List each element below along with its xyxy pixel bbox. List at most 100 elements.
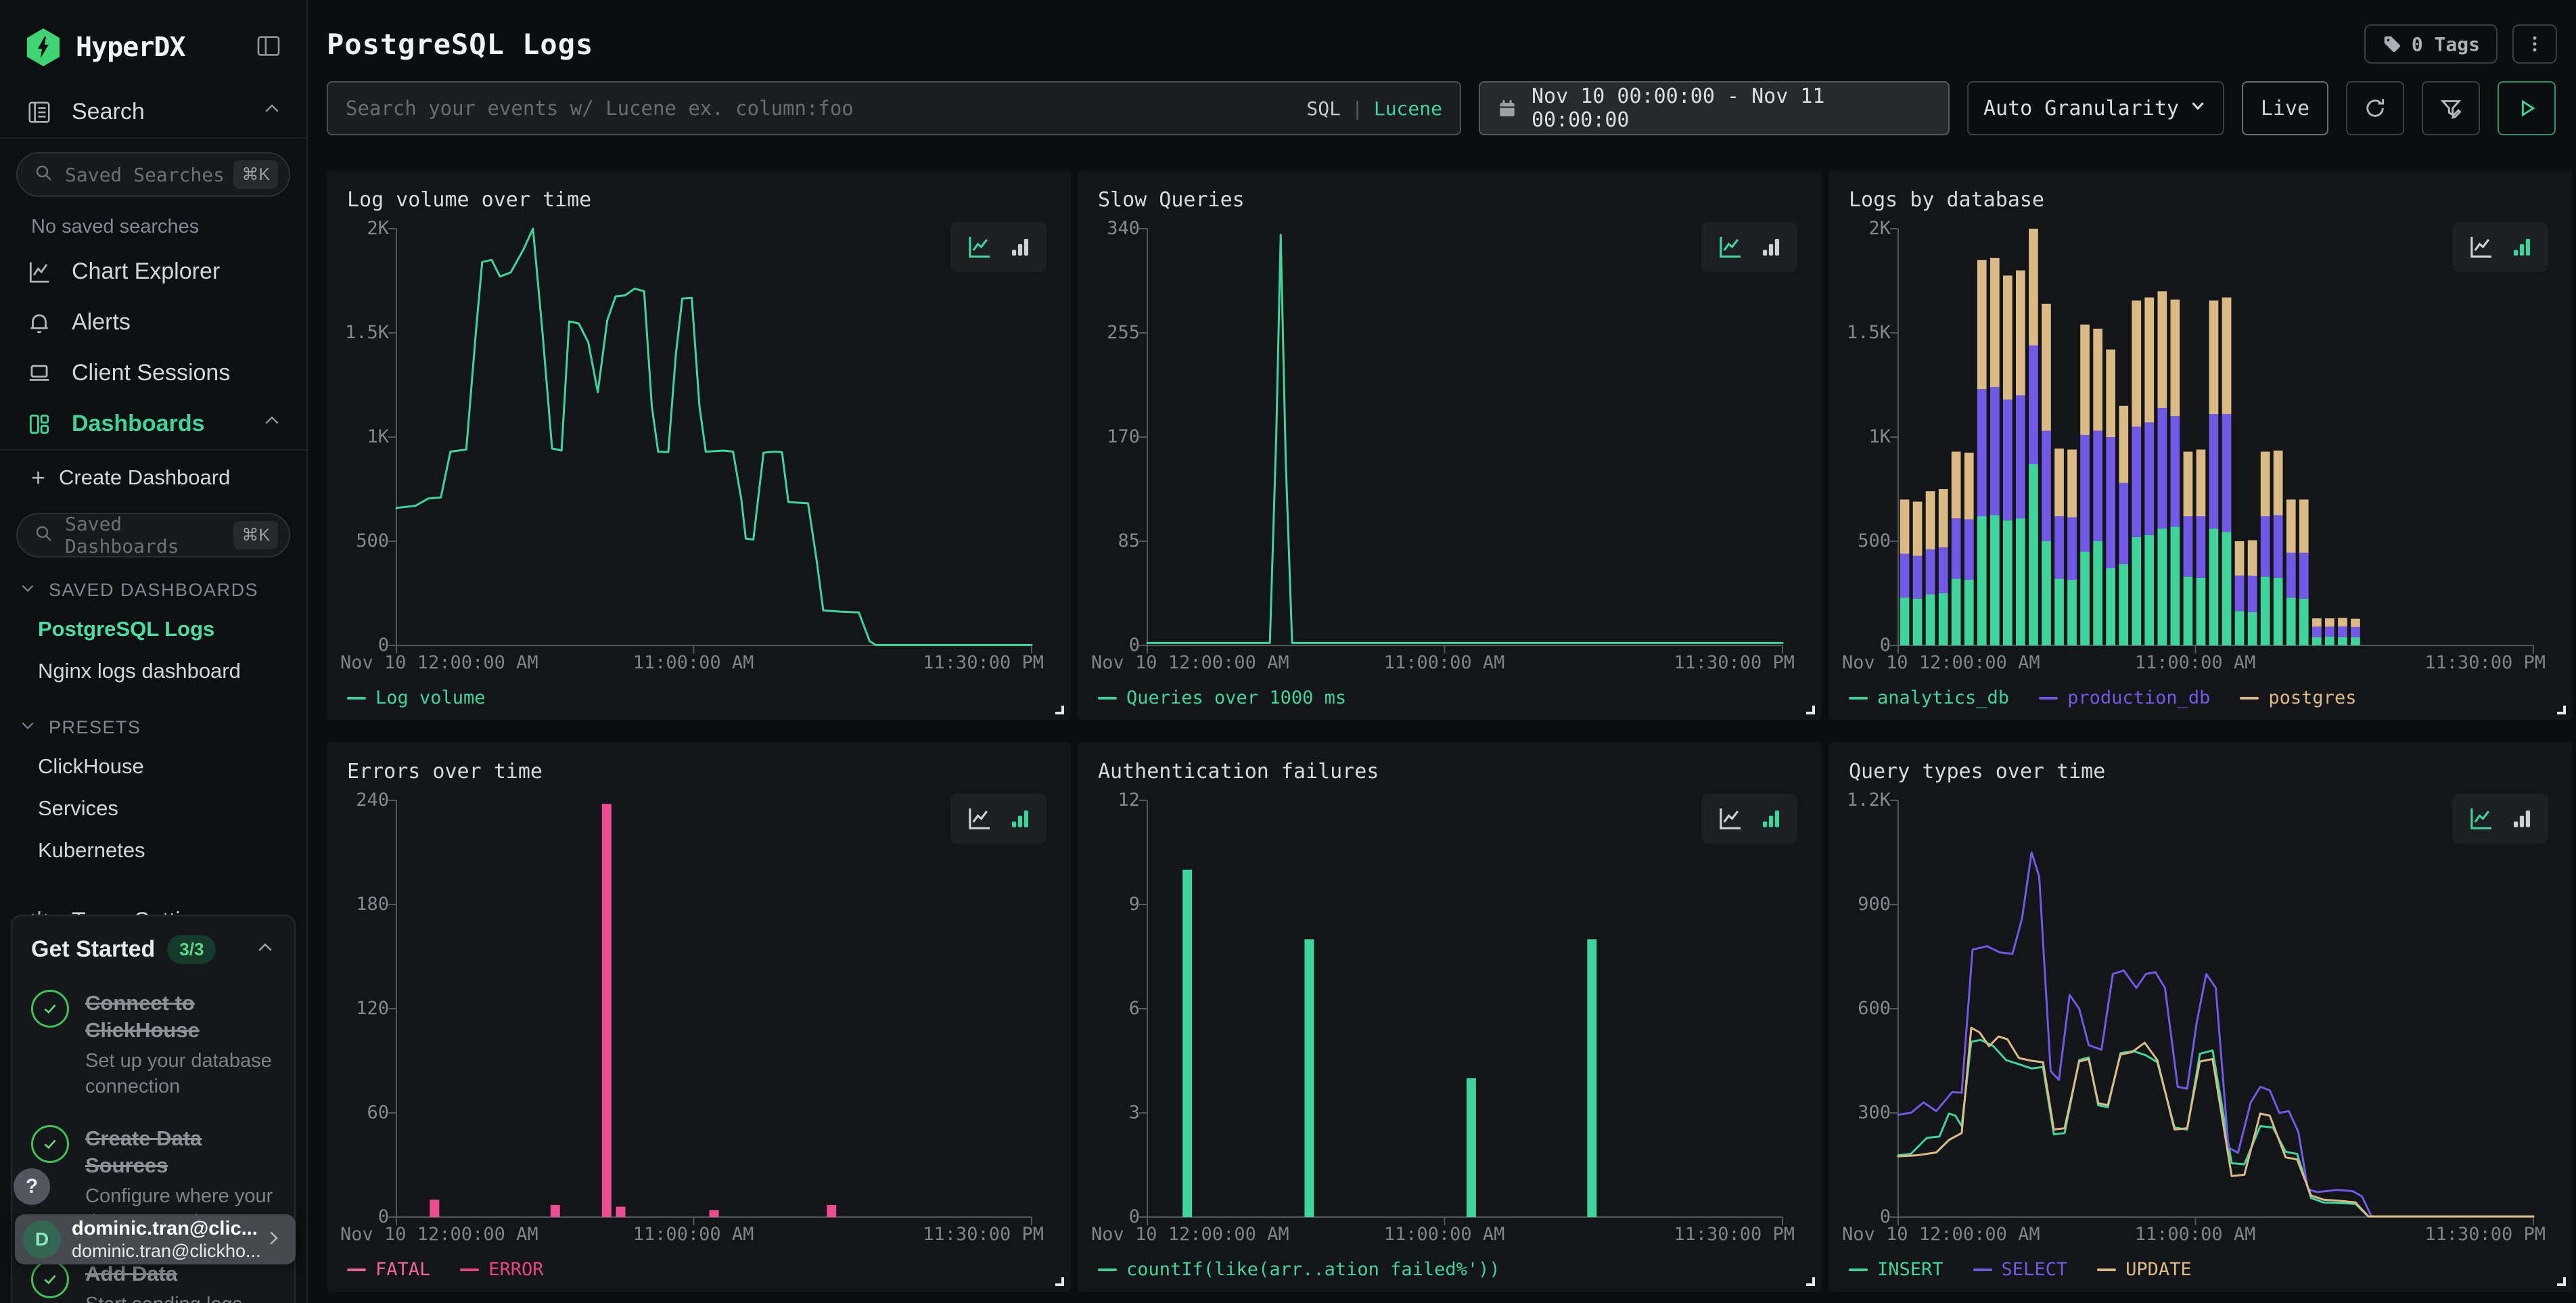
stacked-bar-segment <box>2286 553 2296 597</box>
stacked-bar-segment <box>2029 464 2038 645</box>
saved-searches-input[interactable]: Saved Searches ⌘K <box>16 152 290 197</box>
stacked-bar-segment <box>2144 298 2154 423</box>
y-axis-tick-label: 120 <box>327 998 389 1019</box>
panel-resize-handle[interactable] <box>2557 706 2566 714</box>
kebab-menu-button[interactable] <box>2512 24 2557 64</box>
saved-searches-placeholder: Saved Searches <box>65 164 233 186</box>
panel-resize-handle[interactable] <box>2557 1277 2566 1286</box>
stacked-bar-segment <box>1990 387 2000 515</box>
legend-item[interactable]: countIf(like(arr..ation failed%')) <box>1098 1259 1500 1280</box>
stacked-bar-segment <box>2093 431 2102 541</box>
legend-item[interactable]: Queries over 1000 ms <box>1098 687 1346 708</box>
dashboards-icon <box>24 411 54 437</box>
legend-label: UPDATE <box>2125 1259 2192 1280</box>
stacked-bar-segment <box>2184 452 2193 517</box>
legend-item[interactable]: UPDATE <box>2097 1259 2192 1280</box>
chevron-up-icon[interactable] <box>255 938 275 961</box>
live-button[interactable]: Live <box>2242 81 2328 135</box>
stacked-bar-segment <box>2196 516 2206 578</box>
sidebar-item-client-sessions[interactable]: Client Sessions <box>0 348 306 398</box>
x-axis-labels: Nov 10 12:00:00 AM11:00:00 AM11:30:00 PM <box>1078 652 1822 675</box>
legend-label: production_db <box>2067 687 2210 708</box>
chevron-up-icon[interactable] <box>262 99 282 125</box>
stacked-bar-segment <box>2338 618 2347 626</box>
calendar-icon <box>1496 97 1518 119</box>
panel-resize-handle[interactable] <box>1055 706 1064 714</box>
tags-button[interactable]: 0 Tags <box>2364 24 2498 64</box>
legend-item[interactable]: INSERT <box>1849 1259 1944 1280</box>
series-Queries over 1000 ms <box>1147 235 1782 643</box>
sidebar-item-services[interactable]: Services <box>0 787 306 829</box>
user-menu[interactable]: D dominic.tran@clic... dominic.tran@clic… <box>15 1214 296 1264</box>
y-axis-tick-label: 300 <box>1828 1102 1891 1123</box>
granularity-select[interactable]: Auto Granularity <box>1967 81 2224 135</box>
stacked-bar-segment <box>2286 499 2296 553</box>
stacked-bar-segment <box>2158 291 2167 408</box>
legend-item[interactable]: postgres <box>2240 687 2356 708</box>
saved-dashboards-input[interactable]: Saved Dashboards ⌘K <box>16 513 290 557</box>
collapse-sidebar-icon[interactable] <box>255 32 282 63</box>
sidebar-item-postgresql-logs[interactable]: PostgreSQL Logs <box>0 608 306 650</box>
event-search-box[interactable]: SQL | Lucene <box>327 81 1461 135</box>
chart-title: Authentication failures <box>1098 760 1379 783</box>
presets-section-header[interactable]: PRESETS <box>0 702 306 746</box>
run-query-button[interactable] <box>2498 81 2556 135</box>
chevron-right-icon <box>263 1228 283 1252</box>
sql-toggle[interactable]: SQL <box>1306 97 1341 120</box>
legend-label: Queries over 1000 ms <box>1126 687 1346 708</box>
stacked-bar-segment <box>2171 416 2180 526</box>
sidebar-item-label: Dashboards <box>72 411 262 437</box>
chart-plot <box>396 800 1032 1217</box>
toolbar: SQL | Lucene Nov 10 00:00:00 - Nov 11 00… <box>308 64 2576 135</box>
stacked-bar-segment <box>2299 499 2309 553</box>
create-dashboard-button[interactable]: + Create Dashboard <box>0 451 306 495</box>
y-axis-tick-label: 6 <box>1078 998 1140 1019</box>
filter-button[interactable] <box>2422 81 2480 135</box>
chevron-up-icon[interactable] <box>262 411 282 437</box>
refresh-button[interactable] <box>2346 81 2404 135</box>
y-axis-tick-label: 2K <box>1828 218 1891 239</box>
legend-item[interactable]: FATAL <box>347 1259 430 1280</box>
help-button[interactable]: ? <box>14 1168 50 1205</box>
toggle-divider: | <box>1352 97 1363 120</box>
panel-resize-handle[interactable] <box>1806 1277 1815 1286</box>
legend-item[interactable]: SELECT <box>1973 1259 2068 1280</box>
bar <box>1587 939 1596 1217</box>
stacked-bar-segment <box>2248 612 2257 645</box>
event-search-input[interactable] <box>346 97 1306 120</box>
stacked-bar-segment <box>2016 518 2025 645</box>
y-axis-tick-label: 1.5K <box>327 322 389 343</box>
legend-swatch <box>347 1268 366 1271</box>
stacked-bar-segment <box>2106 437 2115 568</box>
date-range-picker[interactable]: Nov 10 00:00:00 - Nov 11 00:00:00 <box>1479 81 1950 135</box>
stacked-bar-segment <box>2042 431 2051 541</box>
sidebar-item-clickhouse[interactable]: ClickHouse <box>0 746 306 787</box>
legend-item[interactable]: analytics_db <box>1849 687 2009 708</box>
sidebar-item-dashboards[interactable]: Dashboards <box>0 398 306 449</box>
saved-dashboards-section-header[interactable]: SAVED DASHBOARDS <box>0 564 306 608</box>
get-started-step-connect[interactable]: Connect to ClickHouse Set up your databa… <box>31 990 275 1099</box>
sidebar-item-chart-explorer[interactable]: Chart Explorer <box>0 246 306 297</box>
sidebar-item-nginx-logs-dashboard[interactable]: Nginx logs dashboard <box>0 650 306 692</box>
sidebar-item-alerts[interactable]: Alerts <box>0 297 306 348</box>
legend-item[interactable]: production_db <box>2039 687 2210 708</box>
lucene-toggle[interactable]: Lucene <box>1374 97 1442 120</box>
x-axis-tick-label: 11:00:00 AM <box>633 652 754 673</box>
page-title: PostgreSQL Logs <box>327 28 593 61</box>
user-email: dominic.tran@clickho... <box>72 1240 261 1262</box>
sidebar-item-search[interactable]: Search <box>0 87 306 137</box>
panel-resize-handle[interactable] <box>1806 706 1815 714</box>
sidebar-item-kubernetes[interactable]: Kubernetes <box>0 829 306 871</box>
stacked-bar-segment <box>2054 449 2064 516</box>
get-started-step-add-data[interactable]: Add Data Start sending logs, metrics, or… <box>31 1260 275 1303</box>
y-axis-tick-label: 340 <box>1078 218 1140 239</box>
legend-item[interactable]: Log volume <box>347 687 486 708</box>
stacked-bar-segment <box>2196 450 2206 517</box>
stacked-bar-segment <box>2184 576 2193 645</box>
check-circle-icon <box>31 990 69 1028</box>
legend-item[interactable]: ERROR <box>460 1259 543 1280</box>
stacked-bar-segment <box>2274 578 2283 645</box>
panel-resize-handle[interactable] <box>1055 1277 1064 1286</box>
legend-swatch <box>1849 697 1868 700</box>
stacked-bar-segment <box>1926 595 1935 646</box>
